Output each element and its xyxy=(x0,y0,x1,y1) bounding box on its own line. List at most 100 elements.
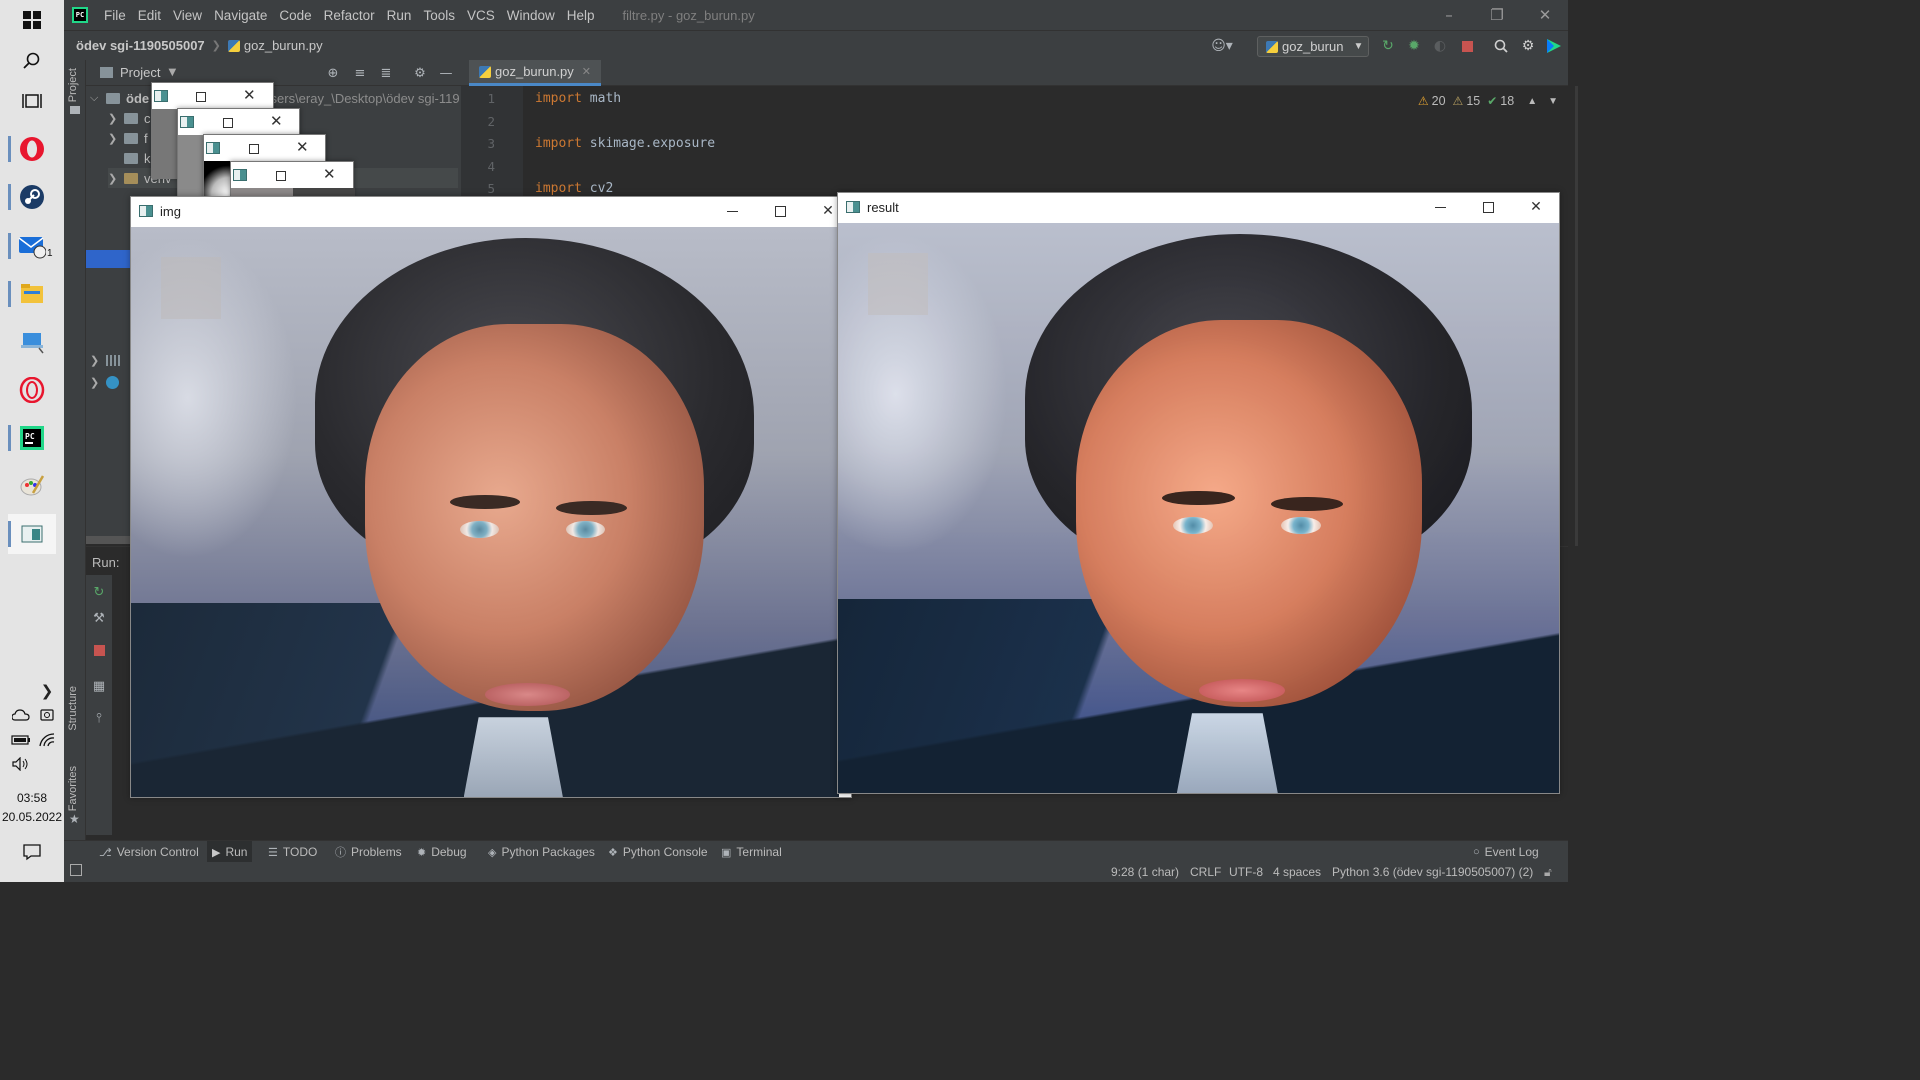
coverage-icon[interactable]: ◐ xyxy=(1429,35,1451,57)
clock-date[interactable]: 20.05.2022 xyxy=(0,810,64,824)
indent-setting[interactable]: 4 spaces xyxy=(1273,865,1321,879)
tree-row[interactable]: k xyxy=(108,148,151,168)
maximize-button[interactable] xyxy=(757,197,803,225)
lock-icon[interactable]: 🔓︎ xyxy=(1544,865,1552,880)
cv-window-result-titlebar[interactable]: result ✕ xyxy=(838,193,1559,221)
tree-row-scratches[interactable]: ❯ xyxy=(90,372,119,392)
minimize-button[interactable] xyxy=(709,197,755,225)
notification-center-icon[interactable] xyxy=(21,841,43,863)
tool-windows-toggle-icon[interactable] xyxy=(70,864,82,876)
tool-event-log[interactable]: ○ Event Log xyxy=(1468,841,1544,863)
pycharm-icon[interactable]: PC xyxy=(8,418,56,458)
tool-debug[interactable]: ✹ Debug xyxy=(412,841,472,863)
editor-scrollbar[interactable] xyxy=(1575,86,1578,546)
tree-root[interactable]: ⌵ öde Users\eray_\Desktop\ödev sgi-119 xyxy=(90,88,460,108)
volume-icon[interactable] xyxy=(10,753,32,775)
file-encoding[interactable]: UTF-8 xyxy=(1229,865,1263,879)
inspection-widget[interactable]: ⚠ 20 ⚠ 15 ✔ 18 ▲ ▼ xyxy=(1418,94,1558,108)
menu-code[interactable]: Code xyxy=(273,8,317,23)
close-button[interactable]: ✕ xyxy=(1513,193,1559,221)
pin-tab-icon[interactable]: ⫯ xyxy=(90,709,108,727)
clock-time[interactable]: 03:58 xyxy=(0,791,64,805)
panel-settings-icon[interactable]: ⚙ xyxy=(411,64,429,82)
paint-icon[interactable] xyxy=(8,466,56,506)
rerun-icon[interactable]: ↻ xyxy=(90,583,108,601)
mail-icon[interactable]: 1 xyxy=(8,226,56,266)
chevron-down-icon[interactable]: ▼ xyxy=(168,67,176,78)
next-highlight-icon[interactable]: ▼ xyxy=(1548,96,1558,107)
menu-edit[interactable]: Edit xyxy=(132,8,167,23)
close-icon[interactable]: ✕ xyxy=(270,112,283,130)
previous-highlight-icon[interactable]: ▲ xyxy=(1527,96,1537,107)
menu-navigate[interactable]: Navigate xyxy=(208,8,273,23)
search-everywhere-icon[interactable] xyxy=(1490,35,1512,57)
debug-icon[interactable]: ✹ xyxy=(1403,35,1425,57)
wifi-icon[interactable] xyxy=(36,729,58,751)
python-interpreter[interactable]: Python 3.6 (ödev sgi-1190505007) (2) xyxy=(1332,865,1533,879)
menu-file[interactable]: File xyxy=(98,8,132,23)
restore-button[interactable]: ❐ xyxy=(1473,0,1521,30)
network-computer-icon[interactable] xyxy=(8,322,56,362)
cv-window-img-titlebar[interactable]: img ✕ xyxy=(131,197,851,225)
close-icon[interactable]: ✕ xyxy=(243,86,256,104)
file-explorer-icon[interactable] xyxy=(8,274,56,314)
tool-python-console[interactable]: ❖ Python Console xyxy=(603,841,713,863)
caret-position[interactable]: 9:28 (1 char) xyxy=(1111,865,1179,879)
code-line[interactable]: import skimage.exposure xyxy=(535,136,715,151)
search-icon[interactable] xyxy=(8,41,56,81)
maximize-icon[interactable] xyxy=(196,92,206,102)
breadcrumb-project[interactable]: ödev sgi-1190505007 xyxy=(76,38,205,53)
menu-run[interactable]: Run xyxy=(381,8,418,23)
code-line[interactable]: import cv2 xyxy=(535,181,613,196)
project-tool-tab[interactable]: Project xyxy=(67,68,79,102)
menu-tools[interactable]: Tools xyxy=(417,8,461,23)
minimize-button[interactable]: – xyxy=(1425,0,1473,30)
breadcrumb-file[interactable]: goz_burun.py xyxy=(244,38,323,53)
close-button[interactable]: ✕ xyxy=(1521,0,1569,30)
cv-window-result[interactable]: result ✕ xyxy=(837,192,1560,794)
onedrive-icon[interactable] xyxy=(10,704,32,726)
maximize-icon[interactable] xyxy=(223,118,233,128)
line-separator[interactable]: CRLF xyxy=(1190,865,1221,879)
opera-gx-icon[interactable] xyxy=(8,370,56,410)
tool-todo[interactable]: ☰ TODO xyxy=(263,841,322,863)
task-view-icon[interactable] xyxy=(8,81,56,121)
tool-run[interactable]: ▶ Run xyxy=(207,841,253,863)
cv-window-img[interactable]: img ✕ xyxy=(130,196,852,798)
modify-run-configuration-icon[interactable]: ⚒ xyxy=(90,609,108,627)
editor-tab-goz-burun[interactable]: goz_burun.py ✕ xyxy=(469,60,601,86)
tree-row[interactable]: ❯ f xyxy=(108,128,148,148)
menu-refactor[interactable]: Refactor xyxy=(318,8,381,23)
favorites-tool-tab[interactable]: Favorites xyxy=(67,766,79,811)
restore-layout-icon[interactable]: ▦ xyxy=(90,677,108,695)
tree-row-external-libraries[interactable]: ❯ xyxy=(90,350,120,370)
tree-row[interactable]: ❯ c xyxy=(108,108,151,128)
locate-file-icon[interactable]: ⊕ xyxy=(324,64,342,82)
jetbrains-toolbox-icon[interactable] xyxy=(1543,35,1565,57)
rerun-icon[interactable]: ↻ xyxy=(1377,35,1399,57)
tool-python-packages[interactable]: ◈ Python Packages xyxy=(483,841,600,863)
settings-gear-icon[interactable]: ⚙ xyxy=(1517,35,1539,57)
chevron-right-icon[interactable]: ❯ xyxy=(36,680,58,702)
menu-view[interactable]: View xyxy=(167,8,208,23)
project-panel-title[interactable]: Project xyxy=(120,65,160,80)
close-icon[interactable]: ✕ xyxy=(323,165,336,183)
menu-help[interactable]: Help xyxy=(561,8,601,23)
maximize-icon[interactable] xyxy=(249,144,259,154)
menu-vcs[interactable]: VCS xyxy=(461,8,501,23)
stop-icon[interactable] xyxy=(90,641,108,659)
tool-terminal[interactable]: ▣ Terminal xyxy=(716,841,787,863)
code-line[interactable]: import math xyxy=(535,91,621,106)
tool-problems[interactable]: ⓘ Problems xyxy=(330,841,407,863)
maximize-button[interactable] xyxy=(1465,193,1511,221)
opera-icon[interactable] xyxy=(8,129,56,169)
close-tab-icon[interactable]: ✕ xyxy=(582,65,591,78)
structure-tool-tab[interactable]: Structure xyxy=(67,686,79,731)
menu-window[interactable]: Window xyxy=(501,8,561,23)
stop-icon[interactable] xyxy=(1456,35,1478,57)
windows-start-icon[interactable] xyxy=(8,0,56,40)
close-icon[interactable]: ✕ xyxy=(296,138,309,156)
vcs-user-icon[interactable]: ☺▾ xyxy=(1211,35,1233,57)
battery-icon[interactable] xyxy=(10,729,32,751)
hide-panel-icon[interactable]: — xyxy=(437,64,455,82)
